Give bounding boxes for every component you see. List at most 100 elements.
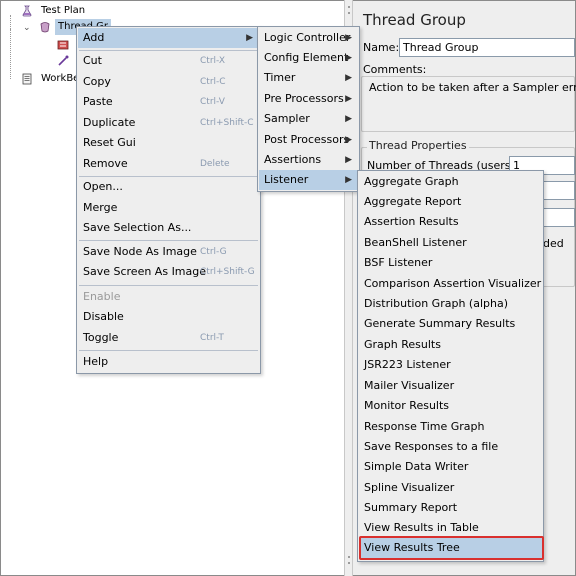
- listener-item-label: Simple Data Writer: [364, 460, 469, 473]
- shortcut-save-node: Ctrl-G: [200, 247, 227, 257]
- listener-item-view-results-tree[interactable]: View Results Tree: [359, 538, 542, 558]
- listener-item-mailer-visualizer[interactable]: Mailer Visualizer: [359, 376, 542, 396]
- listener-item-comparison-assertion-visualizer[interactable]: Comparison Assertion Visualizer: [359, 274, 542, 294]
- tree-node-workbench[interactable]: WorkBe: [7, 71, 87, 87]
- submenu-item-config-element-label: Config Element: [264, 51, 349, 64]
- listener-item-response-time-graph[interactable]: Response Time Graph: [359, 417, 542, 437]
- thread-group-icon: [40, 22, 50, 33]
- listener-item-simple-data-writer[interactable]: Simple Data Writer: [359, 457, 542, 477]
- submenu-arrow-icon: ▶: [345, 114, 352, 124]
- shortcut-duplicate: Ctrl+Shift-C: [200, 118, 254, 128]
- menu-item-toggle-label: Toggle: [83, 331, 119, 344]
- submenu-item-listener[interactable]: Listener ▶: [259, 170, 358, 190]
- menu-item-enable: Enable: [78, 287, 259, 307]
- submenu-item-logic-controller-label: Logic Controller: [264, 31, 351, 44]
- menu-item-save-selection-as[interactable]: Save Selection As...: [78, 218, 259, 238]
- menu-item-remove-label: Remove: [83, 157, 128, 170]
- menu-item-remove[interactable]: Remove Delete: [78, 154, 259, 174]
- listener-item-label: Generate Summary Results: [364, 317, 516, 330]
- listener-item-label: View Results Tree: [364, 541, 460, 554]
- submenu-arrow-icon: ▶: [345, 73, 352, 83]
- listener-item-label: Assertion Results: [364, 215, 459, 228]
- menu-item-enable-label: Enable: [83, 290, 121, 303]
- listener-item-jsr223-listener[interactable]: JSR223 Listener: [359, 355, 542, 375]
- listener-item-distribution-graph[interactable]: Distribution Graph (alpha): [359, 294, 542, 314]
- listener-item-label: Summary Report: [364, 501, 458, 514]
- shortcut-copy: Ctrl-C: [200, 77, 226, 87]
- splitter-grip: [348, 556, 350, 558]
- submenu-item-post-processors-label: Post Processors: [264, 133, 350, 146]
- submenu-item-post-processors[interactable]: Post Processors ▶: [259, 130, 358, 150]
- menu-item-cut[interactable]: Cut Ctrl-X: [78, 51, 259, 71]
- flask-icon: [22, 5, 32, 17]
- listener-item-view-results-in-table[interactable]: View Results in Table: [359, 518, 542, 538]
- submenu-arrow-icon: ▶: [345, 135, 352, 145]
- menu-item-disable[interactable]: Disable: [78, 307, 259, 327]
- submenu-item-logic-controller[interactable]: Logic Controller ▶: [259, 28, 358, 48]
- shortcut-cut: Ctrl-X: [200, 56, 225, 66]
- listener-item-summary-report[interactable]: Summary Report: [359, 498, 542, 518]
- menu-item-save-selection-as-label: Save Selection As...: [83, 221, 192, 234]
- submenu-arrow-icon: ▶: [345, 155, 352, 165]
- menu-item-duplicate[interactable]: Duplicate Ctrl+Shift-C: [78, 113, 259, 133]
- menu-item-save-screen-as-image[interactable]: Save Screen As Image Ctrl+Shift-G: [78, 262, 259, 282]
- menu-item-help[interactable]: Help: [78, 352, 259, 372]
- splitter-grip: [348, 12, 350, 14]
- listener-item-label: Monitor Results: [364, 399, 450, 412]
- menu-item-reset-gui-label: Reset Gui: [83, 136, 136, 149]
- menu-item-toggle[interactable]: Toggle Ctrl-T: [78, 328, 259, 348]
- menu-item-copy[interactable]: Copy Ctrl-C: [78, 72, 259, 92]
- menu-item-save-node-as-image[interactable]: Save Node As Image Ctrl-G: [78, 242, 259, 262]
- submenu-item-pre-processors[interactable]: Pre Processors ▶: [259, 89, 358, 109]
- menu-separator: [79, 285, 258, 286]
- menu-item-reset-gui[interactable]: Reset Gui: [78, 133, 259, 153]
- listener-item-spline-visualizer[interactable]: Spline Visualizer: [359, 478, 542, 498]
- submenu-arrow-icon: ▶: [345, 53, 352, 63]
- listener-item-assertion-results[interactable]: Assertion Results: [359, 212, 542, 232]
- listener-item-label: Response Time Graph: [364, 420, 485, 433]
- submenu-item-timer-label: Timer: [264, 71, 296, 84]
- menu-item-paste[interactable]: Paste Ctrl-V: [78, 92, 259, 112]
- tree-node-test-plan[interactable]: Test Plan: [7, 3, 127, 19]
- menu-item-merge-label: Merge: [83, 201, 118, 214]
- ramp-up-input[interactable]: [543, 181, 575, 200]
- menu-item-add[interactable]: Add ▶: [78, 28, 259, 48]
- listener-item-graph-results[interactable]: Graph Results: [359, 335, 542, 355]
- error-action-label: Action to be taken after a Sampler error: [369, 81, 576, 94]
- submenu-item-timer[interactable]: Timer ▶: [259, 68, 358, 88]
- listener-item-beanshell-listener[interactable]: BeanShell Listener: [359, 233, 542, 253]
- submenu-item-config-element[interactable]: Config Element ▶: [259, 48, 358, 68]
- listener-item-label: View Results in Table: [364, 521, 479, 534]
- submenu-arrow-icon: ▶: [246, 33, 253, 43]
- loop-count-input[interactable]: [543, 208, 575, 227]
- listener-item-label: BSF Listener: [364, 256, 433, 269]
- listener-submenu: Aggregate Graph Aggregate Report Asserti…: [357, 170, 544, 562]
- listener-item-label: JSR223 Listener: [364, 358, 451, 371]
- listener-item-save-responses-to-file[interactable]: Save Responses to a file: [359, 437, 542, 457]
- splitter-grip: [348, 6, 350, 8]
- submenu-arrow-icon: ▶: [345, 94, 352, 104]
- listener-item-label: Mailer Visualizer: [364, 379, 455, 392]
- listener-item-bsf-listener[interactable]: BSF Listener: [359, 253, 542, 273]
- name-input[interactable]: Thread Group: [399, 38, 575, 57]
- submenu-item-assertions[interactable]: Assertions ▶: [259, 150, 358, 170]
- listener-item-label: Distribution Graph (alpha): [364, 297, 508, 310]
- menu-item-disable-label: Disable: [83, 310, 124, 323]
- menu-item-merge[interactable]: Merge: [78, 198, 259, 218]
- partial-checkbox-label: ded: [543, 237, 564, 250]
- name-label: Name:: [363, 41, 400, 54]
- listener-item-label: Aggregate Graph: [364, 175, 459, 188]
- menu-separator: [79, 240, 258, 241]
- menu-item-open-label: Open...: [83, 180, 123, 193]
- listener-item-aggregate-report[interactable]: Aggregate Report: [359, 192, 542, 212]
- menu-item-add-label: Add: [83, 31, 105, 44]
- menu-item-duplicate-label: Duplicate: [83, 116, 136, 129]
- expand-toggle-icon[interactable]: ⌄: [23, 20, 31, 36]
- submenu-item-sampler[interactable]: Sampler ▶: [259, 109, 358, 129]
- shortcut-toggle: Ctrl-T: [200, 333, 224, 343]
- listener-item-monitor-results[interactable]: Monitor Results: [359, 396, 542, 416]
- listener-item-generate-summary-results[interactable]: Generate Summary Results: [359, 314, 542, 334]
- listener-item-aggregate-graph[interactable]: Aggregate Graph: [359, 172, 542, 192]
- menu-item-open[interactable]: Open...: [78, 177, 259, 197]
- sampler-icon: [57, 40, 69, 50]
